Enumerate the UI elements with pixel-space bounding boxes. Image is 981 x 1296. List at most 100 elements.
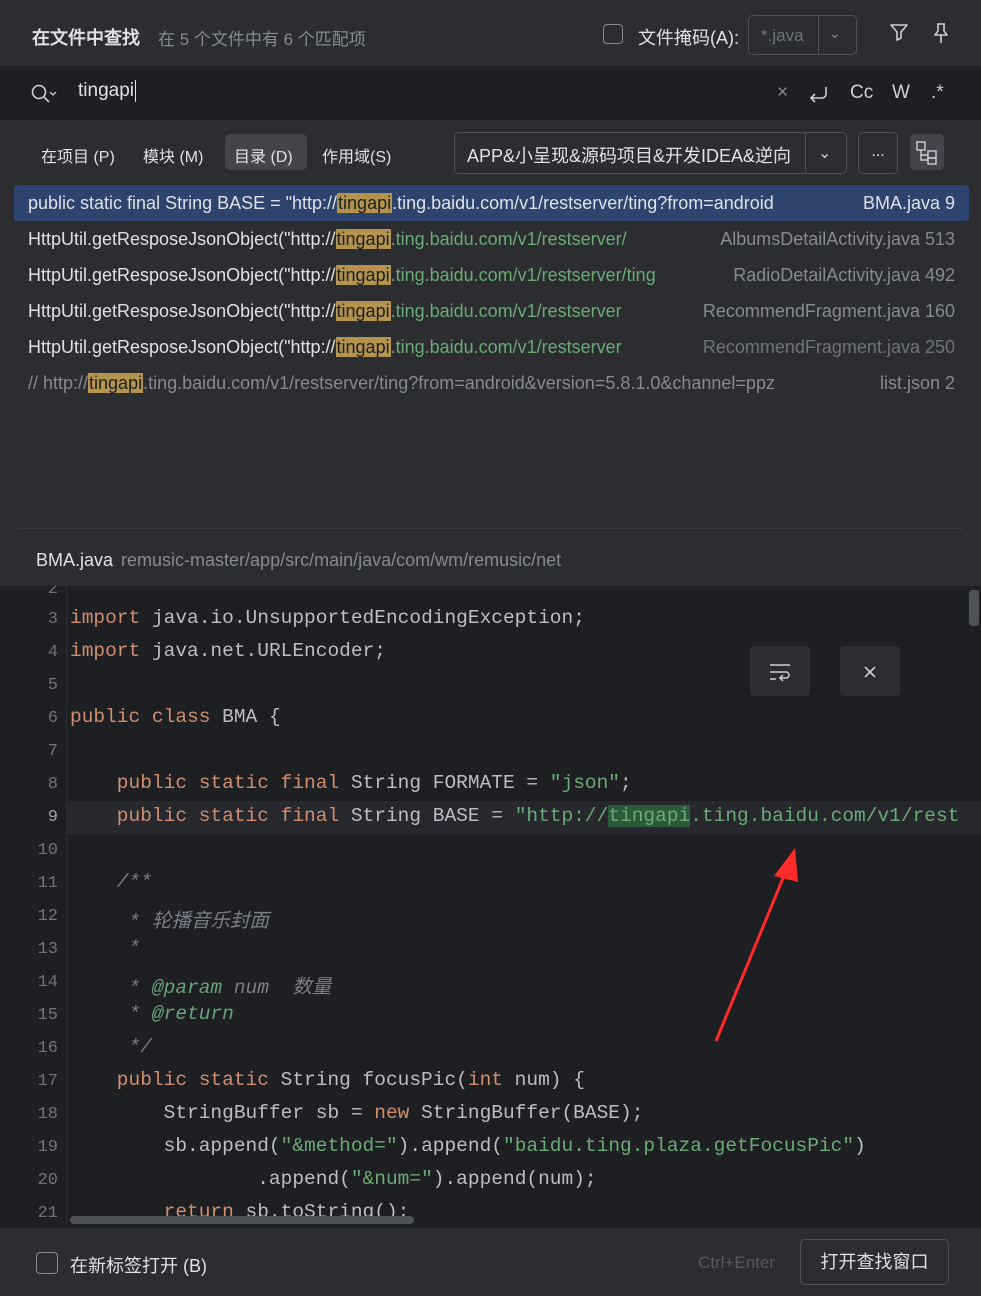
- result-prefix: HttpUtil.getResposeJsonObject("http://: [28, 265, 336, 285]
- result-file: BMA.java 9: [856, 185, 955, 221]
- dialog-title: 在文件中查找: [32, 28, 140, 48]
- result-code: // http://tingapi.ting.baidu.com/v1/rest…: [28, 365, 868, 401]
- clear-icon[interactable]: ×: [777, 82, 788, 104]
- result-row[interactable]: HttpUtil.getResposeJsonObject("http://ti…: [14, 329, 969, 365]
- result-file: RecommendFragment.java 250: [702, 337, 955, 357]
- code-line: */: [70, 1036, 152, 1058]
- search-input[interactable]: tingapi: [78, 80, 136, 102]
- keyword: public static final: [70, 805, 340, 827]
- result-row[interactable]: // http://tingapi.ting.baidu.com/v1/rest…: [14, 365, 969, 401]
- chevron-down-icon[interactable]: ⌄: [829, 25, 841, 42]
- line-number: 7: [47, 742, 58, 761]
- search-icon[interactable]: [30, 83, 58, 110]
- find-in-files-dialog: 在文件中查找 在 5 个文件中有 6 个匹配项 文件掩码(A): *.java …: [0, 0, 981, 1296]
- result-code: HttpUtil.getResposeJsonObject("http://ti…: [28, 329, 683, 365]
- string-literal: "&num=": [350, 1168, 433, 1190]
- horizontal-scrollbar[interactable]: [70, 1216, 414, 1224]
- preview-path: remusic-master/app/src/main/java/com/wm/…: [121, 550, 562, 570]
- line-number: 12: [37, 907, 58, 926]
- line-number: 19: [37, 1138, 58, 1157]
- result-suffix: .ting.baidu.com/v1/restserver/ting?from=…: [143, 373, 775, 393]
- filter-icon[interactable]: [889, 22, 909, 48]
- preview-file: BMA.java: [36, 550, 114, 570]
- string-literal: "baidu.ting.plaza.getFocusPic": [503, 1135, 855, 1157]
- match-case-toggle[interactable]: Cc: [850, 82, 873, 104]
- doc-tag: @param: [151, 977, 223, 999]
- result-suffix: .ting.baidu.com/v1/restserver/: [390, 229, 627, 249]
- comment: num 数量: [222, 977, 332, 999]
- result-prefix: HttpUtil.getResposeJsonObject("http://: [28, 229, 336, 249]
- search-bar: [0, 66, 981, 120]
- code-preview[interactable]: 2 3 4 5 6 7 8 9 10 11 12 13 14 15 16 17 …: [0, 586, 981, 1228]
- tab-project[interactable]: 在项目 (P): [41, 143, 115, 167]
- recursive-toggle[interactable]: [910, 134, 944, 170]
- result-prefix: public static final String BASE = "http:…: [28, 193, 338, 213]
- code-line: import java.io.UnsupportedEncodingExcept…: [70, 607, 585, 629]
- pin-icon[interactable]: [931, 22, 951, 50]
- result-row[interactable]: HttpUtil.getResposeJsonObject("http://ti…: [14, 257, 969, 293]
- result-prefix: HttpUtil.getResposeJsonObject("http://: [28, 337, 336, 357]
- code-text: BMA {: [210, 706, 281, 728]
- whole-words-toggle[interactable]: W: [892, 82, 910, 104]
- keyword: import: [70, 640, 141, 662]
- regex-toggle[interactable]: .*: [931, 82, 944, 104]
- result-suffix: .ting.baidu.com/v1/restserver: [390, 337, 622, 357]
- doc-tag: @return: [151, 1003, 234, 1025]
- results-list: public static final String BASE = "http:…: [14, 185, 969, 401]
- tab-scope[interactable]: 作用域(S): [322, 143, 391, 167]
- browse-button[interactable]: ...: [858, 132, 898, 174]
- code-text: String focusPic(: [268, 1069, 468, 1091]
- newline-icon[interactable]: [806, 84, 830, 109]
- string-literal: "json": [549, 772, 621, 794]
- divider: [18, 528, 963, 529]
- line-number: 16: [37, 1039, 58, 1058]
- line-number: 21: [37, 1204, 58, 1223]
- result-prefix: // http://: [28, 373, 89, 393]
- code-line: public static final String BASE = "http:…: [70, 805, 959, 827]
- line-number: 11: [37, 874, 58, 893]
- line-number: 3: [47, 610, 58, 629]
- result-match: tingapi: [337, 193, 393, 213]
- file-mask-input[interactable]: *.java ⌄: [748, 15, 857, 55]
- directory-select[interactable]: APP&小呈现&源码项目&开发IDEA&逆向 ⌄: [454, 132, 847, 174]
- result-match: tingapi: [335, 337, 391, 357]
- code-text: ).append(: [397, 1135, 503, 1157]
- new-tab-checkbox[interactable]: [36, 1252, 58, 1274]
- line-number: 5: [47, 676, 58, 695]
- result-prefix: HttpUtil.getResposeJsonObject("http://: [28, 301, 336, 321]
- file-mask-checkbox[interactable]: [603, 24, 623, 44]
- code-line: /**: [70, 871, 152, 893]
- code-text: ): [854, 1135, 866, 1157]
- code-text: java.io.UnsupportedEncodingException;: [140, 607, 585, 629]
- keyword: import: [70, 607, 141, 629]
- keyword: public static: [70, 1069, 269, 1091]
- tab-module[interactable]: 模块 (M): [143, 143, 203, 167]
- string-literal: "http://: [514, 805, 609, 827]
- result-match: tingapi: [88, 373, 144, 393]
- open-find-window-button[interactable]: 打开查找窗口: [800, 1239, 949, 1285]
- comment: *: [70, 1003, 152, 1025]
- result-row[interactable]: HttpUtil.getResposeJsonObject("http://ti…: [14, 293, 969, 329]
- code-text: sb.append(: [70, 1135, 281, 1157]
- divider: [818, 16, 819, 54]
- line-gutter: 2 3 4 5 6 7 8 9 10 11 12 13 14 15 16 17 …: [0, 586, 67, 1228]
- result-code: HttpUtil.getResposeJsonObject("http://ti…: [28, 221, 708, 257]
- line-number: 2: [47, 586, 58, 599]
- code-text: ).append(num);: [432, 1168, 597, 1190]
- close-icon[interactable]: [840, 646, 900, 696]
- code-text: ;: [620, 772, 632, 794]
- vertical-scrollbar[interactable]: [969, 590, 979, 626]
- code-line: StringBuffer sb = new StringBuffer(BASE)…: [70, 1102, 644, 1124]
- tab-directory[interactable]: 目录 (D): [234, 143, 293, 167]
- code-text: StringBuffer(BASE);: [409, 1102, 644, 1124]
- result-row[interactable]: HttpUtil.getResposeJsonObject("http://ti…: [14, 221, 969, 257]
- chevron-down-icon[interactable]: ⌄: [818, 143, 831, 163]
- code-line: sb.append("&method=").append("baidu.ting…: [70, 1135, 866, 1157]
- code-line: .append("&num=").append(num);: [70, 1168, 597, 1190]
- text-caret: [135, 80, 136, 102]
- result-row[interactable]: public static final String BASE = "http:…: [14, 185, 969, 221]
- line-number: 8: [47, 775, 58, 794]
- code-text: .append(: [70, 1168, 351, 1190]
- preview-header: BMA.java remusic-master/app/src/main/java…: [36, 550, 561, 571]
- soft-wrap-button[interactable]: [750, 646, 810, 696]
